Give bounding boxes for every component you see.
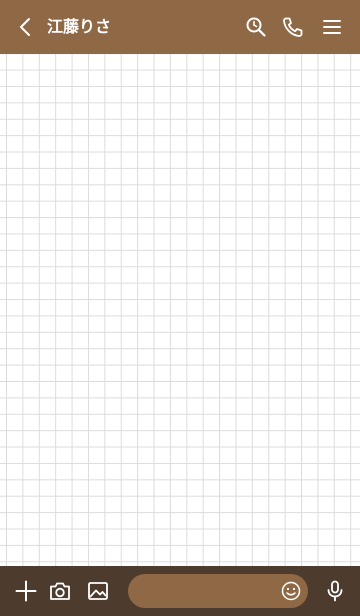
- plus-icon[interactable]: [14, 579, 38, 603]
- input-bar: [0, 566, 360, 616]
- back-icon[interactable]: [14, 15, 38, 39]
- camera-icon[interactable]: [48, 579, 72, 603]
- message-area[interactable]: [0, 54, 360, 566]
- emoji-icon[interactable]: [281, 581, 301, 601]
- mic-icon[interactable]: [323, 579, 347, 603]
- chat-screen: 江藤りさ: [0, 0, 360, 616]
- message-input[interactable]: [140, 574, 278, 608]
- search-icon[interactable]: [244, 15, 268, 39]
- message-input-pill[interactable]: [128, 574, 308, 608]
- menu-icon[interactable]: [320, 15, 344, 39]
- chat-header: 江藤りさ: [0, 0, 360, 54]
- chat-title: 江藤りさ: [47, 17, 112, 36]
- image-icon[interactable]: [86, 579, 110, 603]
- phone-icon[interactable]: [281, 15, 305, 39]
